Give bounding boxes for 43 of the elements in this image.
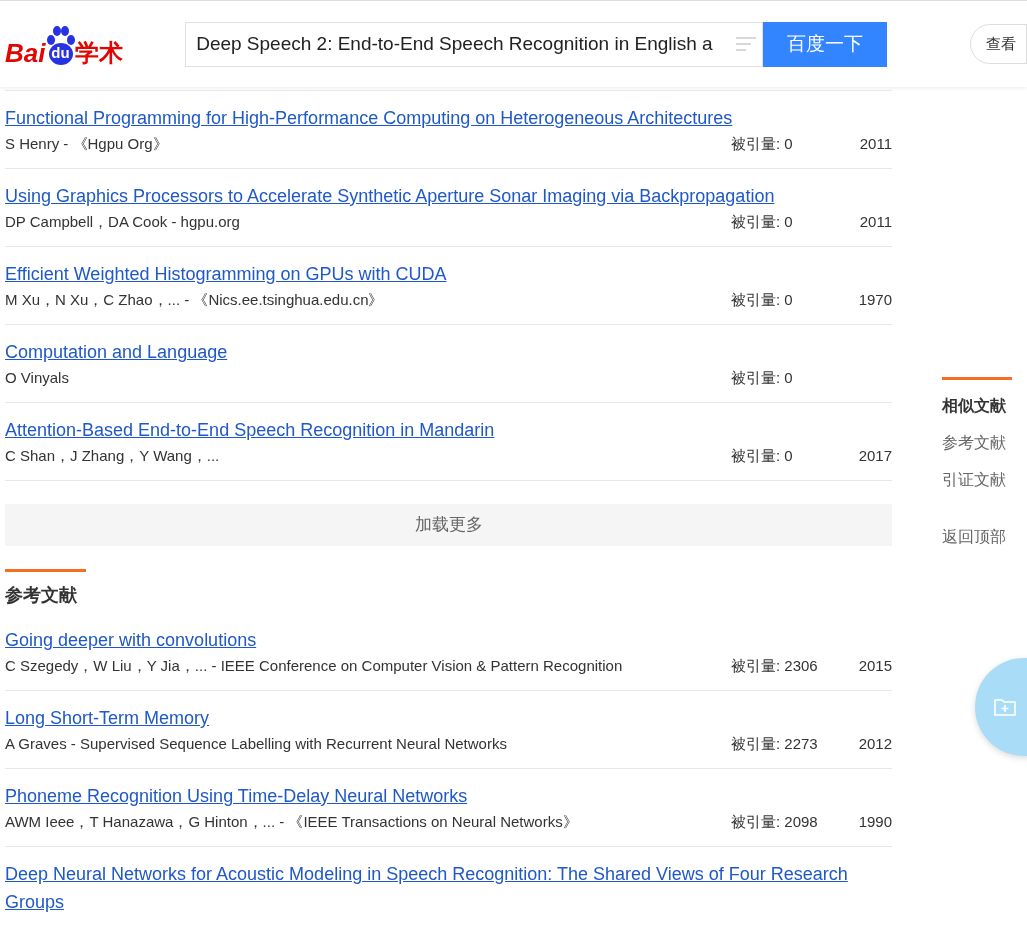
paper-title-link[interactable]: Functional Programming for High-Performance Computing on Heterogeneous Architectures xyxy=(5,104,733,132)
citation-count: 被引量: 0 xyxy=(731,290,794,310)
load-more-button[interactable]: 加载更多 xyxy=(5,504,892,546)
publication-year: 1990 xyxy=(858,813,892,830)
paper-title-link[interactable]: Going deeper with convolutions xyxy=(5,626,257,654)
section-heading: 参考文献 xyxy=(5,584,78,607)
publication-year: 2011 xyxy=(859,213,892,230)
search-button[interactable]: 百度一下 xyxy=(762,21,887,67)
search-field[interactable]: Deep Speech 2: End-to-End Speech Recognition in English a xyxy=(185,21,763,67)
paper-authors-source: DP Campbell，DA Cook - hgpu.org xyxy=(5,212,241,232)
citation-count: 被引量: 2098 xyxy=(731,812,819,832)
paper-authors-source: S Henry - 《Hgpu Org》 xyxy=(5,134,169,154)
site-logo[interactable]: Bai du 学术 xyxy=(5,22,145,66)
back-to-top-link[interactable]: 返回顶部 xyxy=(942,527,1012,547)
paper-title-link[interactable]: Phoneme Recognition Using Time-Delay Neural Networks xyxy=(5,782,468,810)
citation-count: 被引量: 0 xyxy=(731,368,794,388)
publication-year: 2012 xyxy=(858,735,892,752)
paper-title-link[interactable]: Long Short-Term Memory xyxy=(5,704,210,732)
citation-count: 被引量: 2306 xyxy=(731,656,819,676)
paper-title-link[interactable]: Efficient Weighted Histogramming on GPUs with CUDA xyxy=(5,260,447,288)
citation-count: 被引量: 0 xyxy=(731,446,794,466)
paper-authors-source: M Xu，N Xu，C Zhao，... - 《Nics.ee.tsinghua.edu.cn》 xyxy=(5,290,385,310)
paper-title-link[interactable]: Attention-Based End-to-End Speech Recognition in Mandarin xyxy=(5,416,495,444)
lines-icon xyxy=(735,37,756,51)
publication-year: 2015 xyxy=(858,657,892,674)
paper-authors-source: A Graves - Supervised Sequence Labelling with Recurrent Neural Networks xyxy=(5,734,508,754)
paper-title-link[interactable]: Computation and Language xyxy=(5,338,228,366)
paper-authors-source: O Vinyals xyxy=(5,368,70,388)
publication-year: 2017 xyxy=(858,447,892,464)
paper-authors-source: AWM Ieee，T Hanazawa，G Hinton，... - 《IEEE Transactions on Neural Networks》 xyxy=(5,812,579,832)
paper-authors-source: C Szegedy，W Liu，Y Jia，... - IEEE Conference on Computer Vision & Pattern Recognition xyxy=(5,656,624,676)
side-nav-link[interactable]: 参考文献 xyxy=(942,433,1012,453)
folder-add-icon xyxy=(994,698,1016,716)
paper-authors-source: C Shan，J Zhang，Y Wang，... xyxy=(5,446,221,466)
citation-count: 被引量: 2273 xyxy=(731,734,819,754)
paper-title-link[interactable]: Deep Neural Networks for Acoustic Modeling in Speech Recognition: The Shared Views of Four Research Groups xyxy=(5,860,892,916)
side-nav-link[interactable]: 引证文献 xyxy=(942,470,1012,490)
citation-count: 被引量: 0 xyxy=(731,212,794,232)
side-nav-link[interactable]: 相似文献 xyxy=(942,396,1012,416)
paper-title-link[interactable]: Using Graphics Processors to Accelerate Synthetic Aperture Sonar Imaging via Backpropagation xyxy=(5,182,775,210)
publication-year: 1970 xyxy=(858,291,892,308)
publication-year: 2011 xyxy=(859,135,892,152)
citation-count: 被引量: 0 xyxy=(731,134,794,154)
